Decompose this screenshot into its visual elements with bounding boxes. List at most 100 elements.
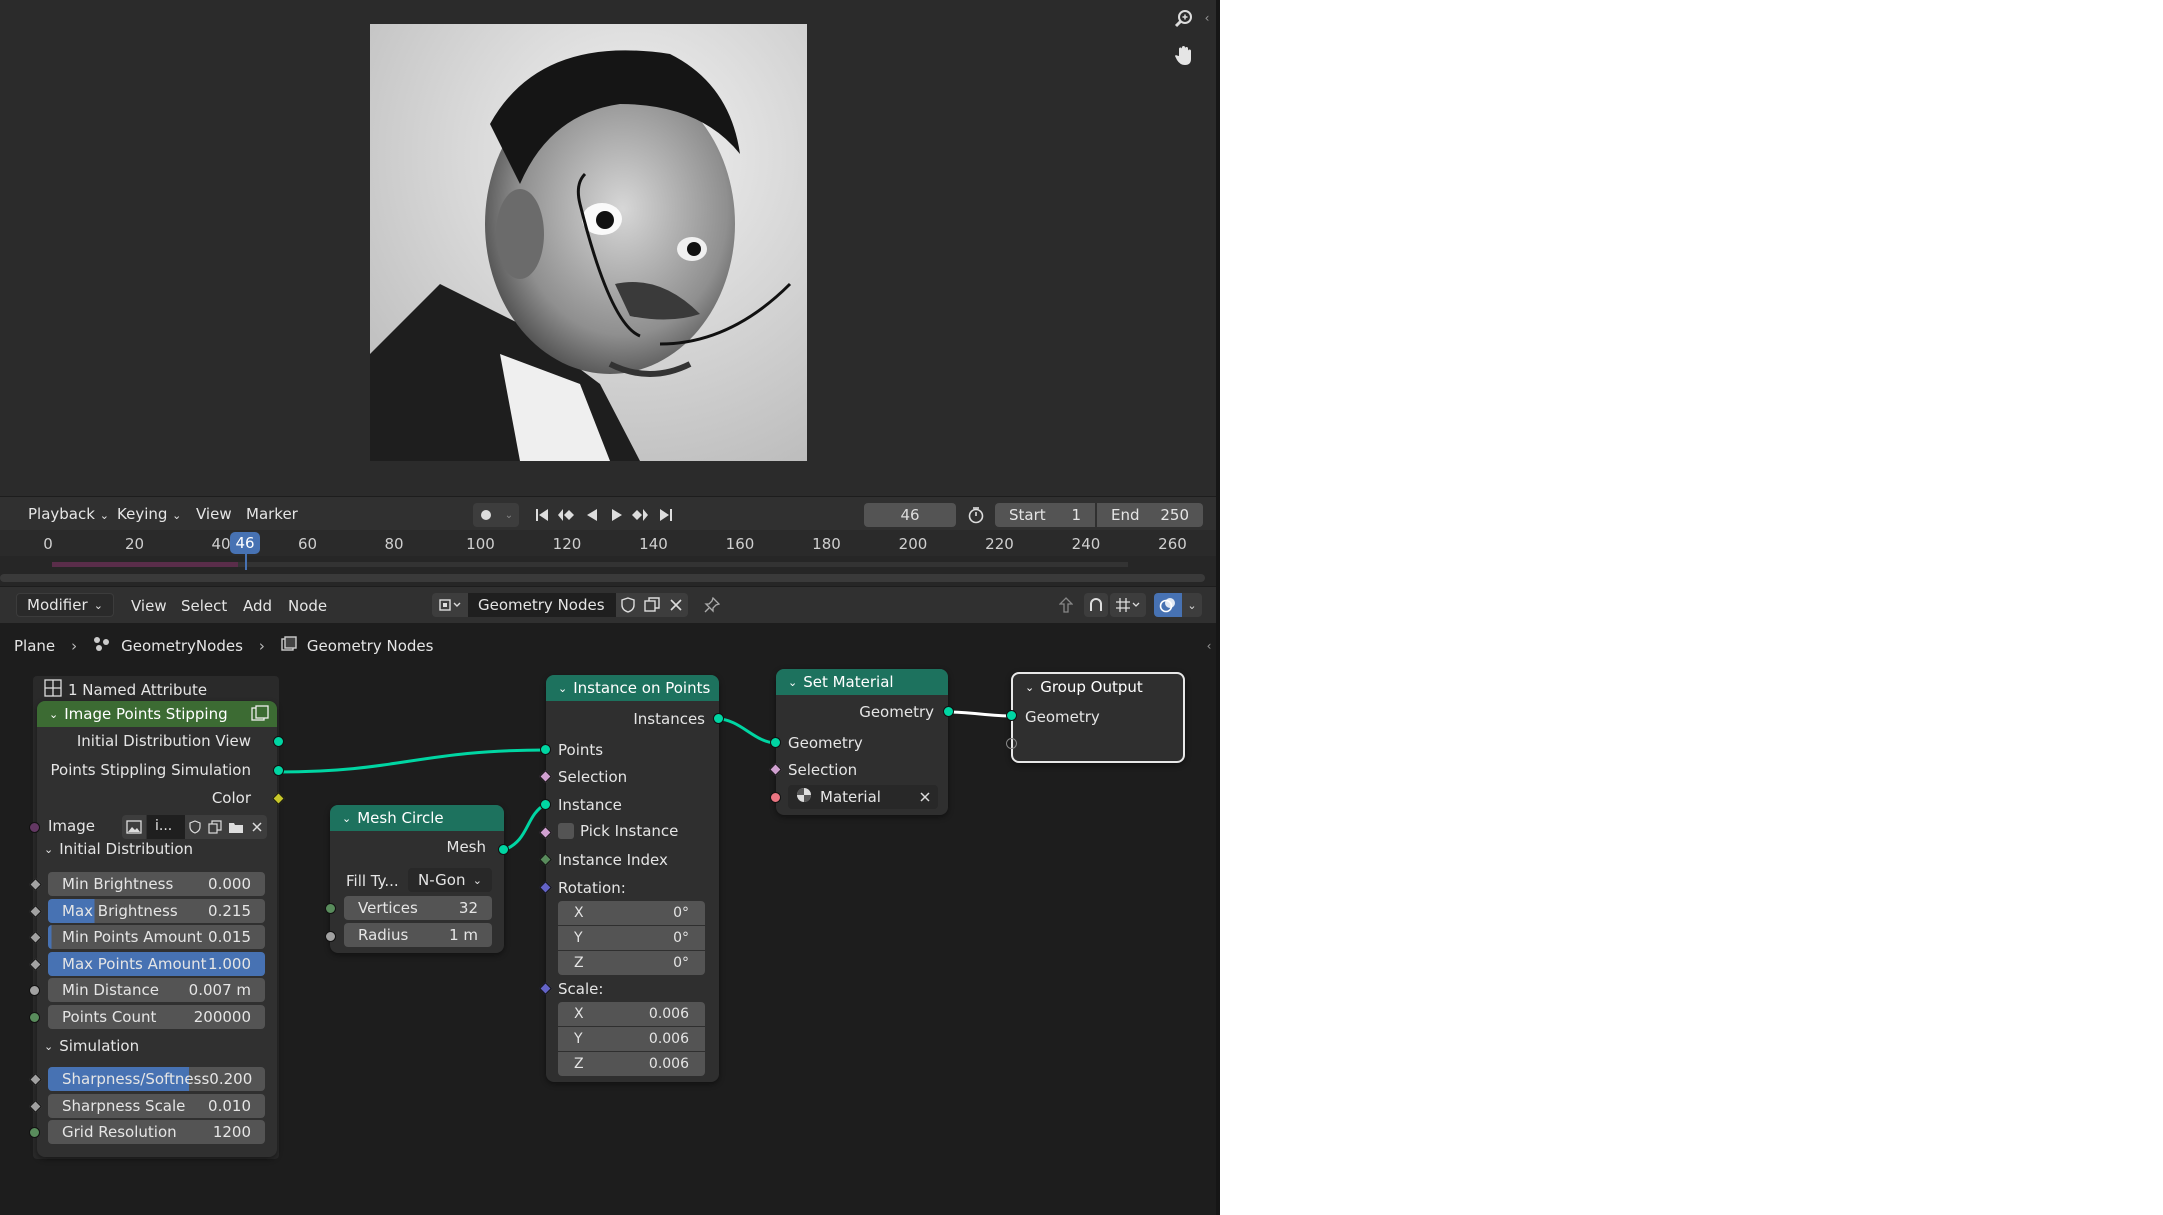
- link-material-to-output: [947, 710, 1013, 718]
- scale-z-field[interactable]: Z 0.006: [558, 1052, 705, 1076]
- field-value: 200000: [193, 1008, 251, 1026]
- initial-distribution-panel[interactable]: ⌄ Initial Distribution: [44, 840, 193, 858]
- input-points: Points: [558, 741, 604, 759]
- image-icon[interactable]: [122, 815, 146, 839]
- output-points-stippling-simulation: Points Stippling Simulation: [50, 761, 251, 779]
- sharpness-scale-field[interactable]: Sharpness Scale 0.010: [48, 1093, 265, 1118]
- socket-image[interactable]: [29, 822, 40, 833]
- socket-points-count[interactable]: [29, 1012, 40, 1023]
- material-icon: [796, 787, 812, 807]
- grid-icon: [44, 679, 62, 701]
- image-name-field[interactable]: i...: [147, 815, 185, 839]
- field-value: 0.015: [208, 928, 251, 947]
- field-label: Max Points Amount: [62, 954, 207, 973]
- input-selection: Selection: [558, 768, 628, 786]
- min-points-amount-field[interactable]: Min Points Amount 0.015: [48, 925, 265, 950]
- shield-icon[interactable]: [185, 815, 205, 839]
- node-header[interactable]: ⌄ Group Output: [1013, 674, 1183, 700]
- max-points-amount-field[interactable]: Max Points Amount 1.000: [48, 951, 265, 976]
- output-color: Color: [211, 789, 251, 807]
- rotation-y-field[interactable]: Y 0°: [558, 926, 705, 950]
- link-mesh-to-instance: [503, 802, 547, 852]
- socket-group-empty[interactable]: [1006, 738, 1017, 749]
- close-icon[interactable]: [920, 788, 930, 806]
- field-value: 1.000: [208, 954, 251, 973]
- field-value: 0.215: [208, 901, 251, 920]
- output-mesh: Mesh: [446, 838, 487, 856]
- max-brightness-field[interactable]: Max Brightness 0.215: [48, 898, 265, 923]
- grid-resolution-field[interactable]: Grid Resolution 1200: [48, 1120, 265, 1145]
- rotation-z-field[interactable]: Z 0°: [558, 951, 705, 975]
- socket-mesh[interactable]: [498, 844, 509, 855]
- fill-type-value: N-Gon: [418, 871, 466, 889]
- field-label: Grid Resolution: [62, 1123, 177, 1142]
- folder-icon[interactable]: [225, 815, 247, 839]
- scale-x-field[interactable]: X 0.006: [558, 1002, 705, 1026]
- output-instances: Instances: [633, 710, 705, 728]
- radius-field[interactable]: Radius 1 m: [344, 923, 492, 947]
- field-label: Min Points Amount: [62, 928, 203, 947]
- socket-group-geometry[interactable]: [1006, 710, 1017, 721]
- output-initial-distribution-view: Initial Distribution View: [76, 732, 251, 750]
- input-instance-index: Instance Index: [558, 851, 668, 869]
- panel-label: Initial Distribution: [59, 840, 194, 858]
- material-field[interactable]: Material: [788, 785, 938, 809]
- socket-points-stippling-simulation[interactable]: [273, 765, 284, 776]
- node-header[interactable]: ⌄ Mesh Circle: [330, 805, 504, 831]
- socket-instances-out[interactable]: [713, 713, 724, 724]
- socket-initial-distribution-view[interactable]: [273, 736, 284, 747]
- socket-geometry-in[interactable]: [770, 737, 781, 748]
- field-value: 1200: [212, 1123, 251, 1142]
- field-value: 0.000: [208, 875, 251, 893]
- field-value: 0.200: [209, 1070, 253, 1088]
- pick-instance-checkbox[interactable]: [558, 823, 574, 839]
- input-geometry: Geometry: [1025, 708, 1100, 726]
- scale-y-field[interactable]: Y 0.006: [558, 1027, 705, 1051]
- min-brightness-field[interactable]: Min Brightness 0.000: [48, 872, 265, 896]
- mesh-circle-node[interactable]: ⌄ Mesh Circle Mesh Fill Ty... N-Gon ⌄ Ver…: [330, 805, 504, 953]
- sharpness-softness-field[interactable]: Sharpness/Softness 0.200: [48, 1067, 265, 1091]
- field-value: 0.010: [208, 1096, 251, 1115]
- input-instance: Instance: [558, 796, 622, 814]
- link-instances-to-geometry: [717, 717, 777, 745]
- field-label: Sharpness/Softness: [62, 1070, 210, 1088]
- socket-vertices[interactable]: [325, 903, 336, 914]
- simulation-panel[interactable]: ⌄ Simulation: [44, 1037, 139, 1055]
- frame-label-text: 1 Named Attribute: [68, 681, 208, 699]
- instance-on-points-node[interactable]: ⌄ Instance on Points Instances Points Se…: [546, 675, 719, 1082]
- fill-type-label: Fill Ty...: [346, 872, 399, 890]
- socket-radius[interactable]: [325, 931, 336, 942]
- field-label: Sharpness Scale: [62, 1096, 186, 1115]
- fill-type-dropdown[interactable]: N-Gon ⌄: [408, 868, 492, 892]
- frame-label: 1 Named Attribute: [44, 679, 207, 701]
- node-title: Image Points Stipping: [64, 705, 228, 723]
- rotation-x-field[interactable]: X 0°: [558, 901, 705, 925]
- node-header[interactable]: ⌄ Image Points Stipping: [37, 701, 277, 727]
- socket-points[interactable]: [540, 744, 551, 755]
- group-output-node[interactable]: ⌄ Group Output Geometry: [1011, 672, 1185, 763]
- socket-instance[interactable]: [540, 799, 551, 810]
- field-label: Max Brightness: [62, 901, 178, 920]
- copy-icon[interactable]: [205, 815, 225, 839]
- render-viewer[interactable]: [1220, 0, 2163, 1215]
- panel-label: Simulation: [59, 1037, 140, 1055]
- socket-material[interactable]: [770, 792, 781, 803]
- close-icon[interactable]: [247, 815, 267, 839]
- node-title: Group Output: [1040, 678, 1143, 696]
- field-label: Min Distance: [62, 981, 159, 1000]
- node-header[interactable]: ⌄ Instance on Points: [546, 675, 719, 701]
- min-distance-field[interactable]: Min Distance 0.007 m: [48, 978, 265, 1003]
- points-count-field[interactable]: Points Count 200000: [48, 1005, 265, 1029]
- output-geometry: Geometry: [859, 703, 934, 721]
- node-group-icon: [251, 705, 269, 727]
- field-label: Points Count: [62, 1008, 157, 1026]
- scale-label: Scale:: [558, 980, 604, 998]
- node-title: Mesh Circle: [357, 809, 444, 827]
- field-value: 0.007 m: [188, 981, 251, 1000]
- vertices-field[interactable]: Vertices 32: [344, 896, 492, 920]
- input-selection: Selection: [788, 761, 858, 779]
- socket-geometry-out[interactable]: [943, 706, 954, 717]
- set-material-node[interactable]: ⌄ Set Material Geometry Geometry Selecti…: [776, 669, 948, 815]
- node-header[interactable]: ⌄ Set Material: [776, 669, 948, 695]
- field-label: Min Brightness: [62, 875, 174, 893]
